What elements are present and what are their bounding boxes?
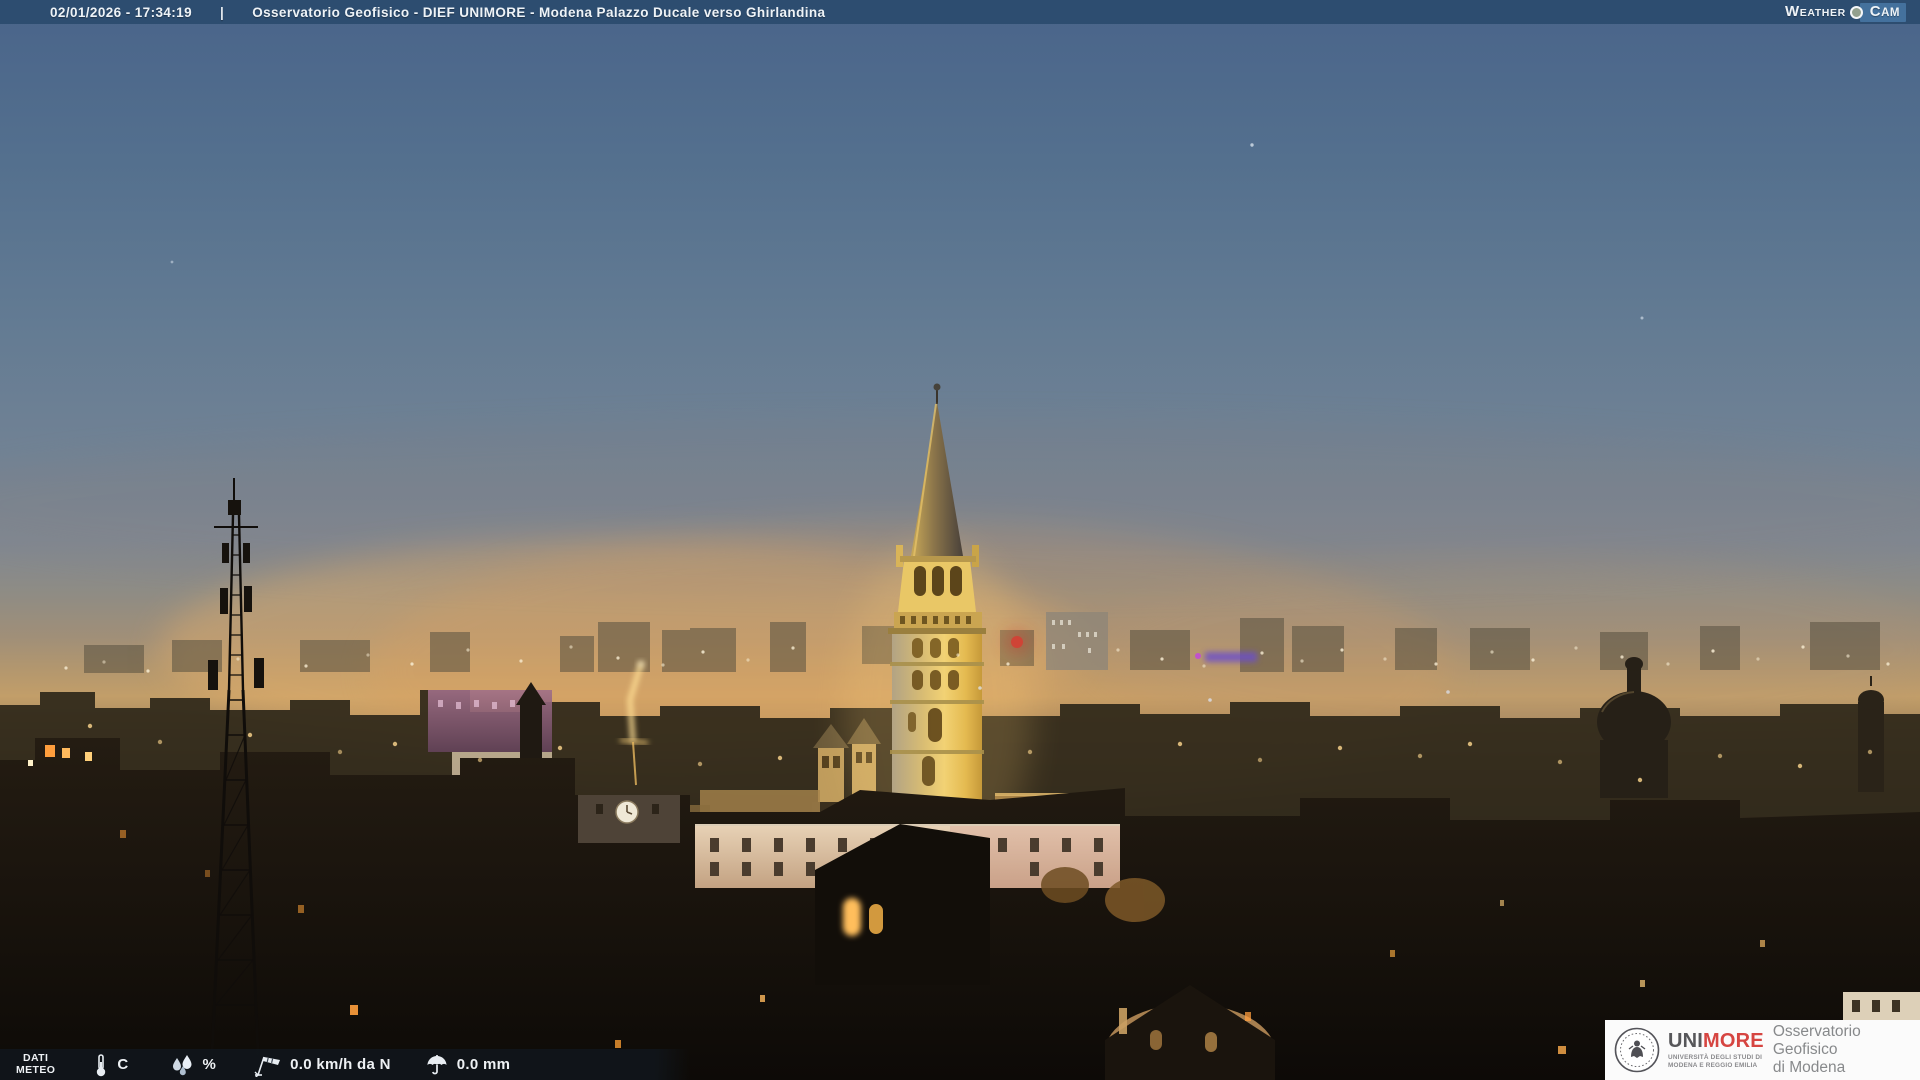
lit-arch-window [843, 898, 861, 936]
webcam-photo [0, 0, 1920, 1080]
unimore-logotype: UNIMORE UNIVERSITÀ DEGLI STUDI DI MODENA… [1668, 1031, 1764, 1070]
weathercam-logo-cam: CAM [1859, 2, 1906, 22]
osd-header-bar: 02/01/2026 - 17:34:19 | Osservatorio Geo… [0, 0, 1920, 24]
windsock-icon [254, 1056, 281, 1077]
unimore-branding-box: UNIMORE UNIVERSITÀ DEGLI STUDI DI MODENA… [1605, 1020, 1920, 1080]
separator: | [220, 4, 225, 20]
page-title: Osservatorio Geofisico - DIEF UNIMORE - … [252, 4, 826, 20]
weathercam-logo: WEATHER CAM [1785, 0, 1906, 24]
lit-arch-window [869, 904, 883, 934]
star [1640, 316, 1644, 320]
webcam-frame: { "header": { "timestamp": "02/01/2026 -… [0, 0, 1920, 1080]
osd-weather-bar: DATI METEO C % 0.0 km/h da N 0.0 mm [0, 1049, 690, 1080]
unimore-seal-icon [1614, 1027, 1660, 1073]
lit-highrise [1046, 612, 1108, 670]
humidity-drops-icon [173, 1054, 192, 1075]
far-right-tower [1858, 676, 1884, 792]
star [170, 260, 174, 264]
red-beacon [1005, 630, 1029, 654]
observatory-name: Osservatorio Geofisico di Modena [1772, 1022, 1861, 1077]
timestamp: 02/01/2026 - 17:34:19 [50, 4, 193, 20]
umbrella-icon [427, 1054, 447, 1074]
wind-value: 0.0 km/h da N [290, 1056, 391, 1073]
humidity-value: % [202, 1056, 217, 1073]
university-subtitle: UNIVERSITÀ DEGLI STUDI DI MODENA E REGGI… [1668, 1053, 1763, 1069]
temperature-value: C [117, 1056, 129, 1073]
weather-data-label: DATI METEO [16, 1051, 56, 1076]
weathercam-logo-weather: WEATHER [1785, 2, 1846, 20]
star [1250, 143, 1254, 147]
unimore-text-more: MORE [1703, 1029, 1764, 1052]
unimore-text-uni: UNI [1668, 1029, 1704, 1052]
thermometer-icon [97, 1053, 106, 1076]
weathercam-circle-icon [1849, 5, 1863, 19]
rain-value: 0.0 mm [456, 1056, 511, 1073]
clock-building [578, 795, 680, 843]
